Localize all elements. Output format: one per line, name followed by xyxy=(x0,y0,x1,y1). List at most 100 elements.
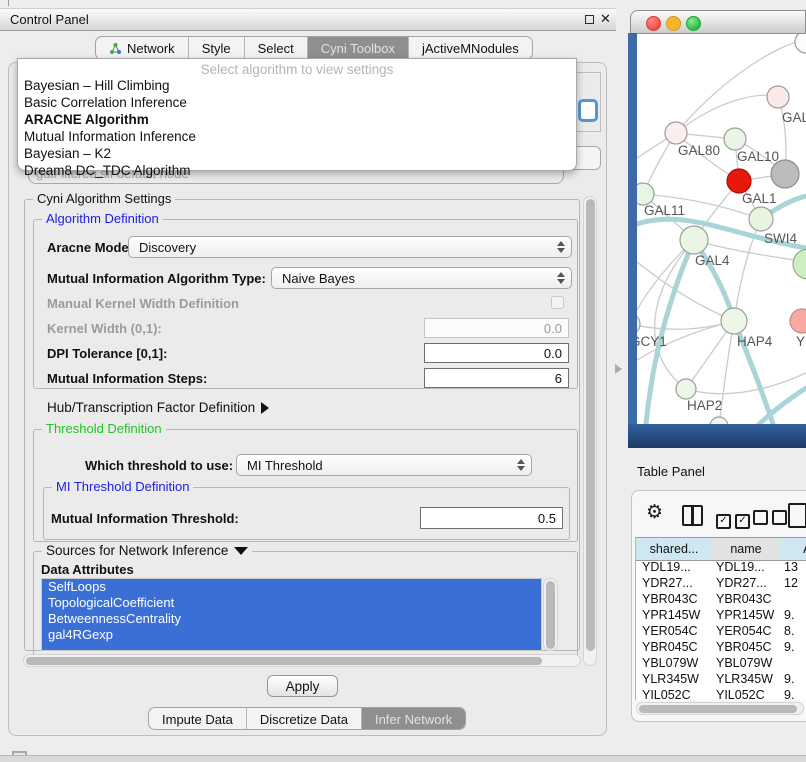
close-icon[interactable]: ✕ xyxy=(600,12,611,27)
node-label: GAL4 xyxy=(695,253,730,268)
network-edge[interactable] xyxy=(686,373,806,394)
table-row[interactable]: YBR045CYBR045C9. xyxy=(636,639,806,655)
table-row[interactable]: YDL19...YDL19...13 xyxy=(636,559,806,575)
hub-definition-toggle[interactable]: Hub/Transcription Factor Definition xyxy=(47,400,269,415)
settings-vertical-scrollbar[interactable] xyxy=(583,196,597,666)
attribute-item[interactable]: gal4RGexp xyxy=(42,627,541,643)
float-icon[interactable] xyxy=(585,15,594,24)
node-gal10[interactable] xyxy=(724,128,746,150)
table-cell: YDR27... xyxy=(642,575,693,591)
tab-label: Style xyxy=(202,41,231,56)
checked-pair-icon[interactable]: ✓✓ xyxy=(716,510,754,529)
table-horizontal-scrollbar[interactable] xyxy=(636,702,804,715)
node-gal80[interactable] xyxy=(665,122,687,144)
mi-type-combo[interactable]: Naive Bayes xyxy=(271,267,572,289)
unchecked-pair-icon[interactable] xyxy=(753,510,791,530)
table-row[interactable]: YDR27...YDR27...12 xyxy=(636,575,806,591)
network-edge[interactable] xyxy=(676,95,778,133)
node-top-clipped[interactable] xyxy=(795,34,806,53)
table-row[interactable]: YER054CYER054C8. xyxy=(636,623,806,639)
node-gcy1[interactable] xyxy=(637,313,640,335)
dropdown-item[interactable]: Basic Correlation Inference xyxy=(18,94,576,111)
columns-icon[interactable] xyxy=(682,505,703,526)
network-edge[interactable] xyxy=(655,240,694,389)
attribute-item[interactable]: SelfLoops xyxy=(42,579,541,595)
node-gal-clipped[interactable] xyxy=(767,86,789,108)
column-header-name[interactable]: name xyxy=(712,537,781,561)
obscured-focused-spinner[interactable] xyxy=(578,99,598,122)
mi-threshold-field[interactable]: 0.5 xyxy=(420,507,563,529)
node-gray[interactable] xyxy=(771,160,799,188)
attribute-item-partial[interactable] xyxy=(42,643,541,651)
control-panel-tabbar: Network Style SelectCyni ToolboxjActiveMNo… xyxy=(95,36,533,60)
tab-network[interactable]: Network xyxy=(96,37,189,59)
column-header-a[interactable]: A xyxy=(780,537,806,561)
table-row[interactable]: YBR043CYBR043C xyxy=(636,591,806,607)
algorithm-dropdown[interactable]: Select algorithm to view settings Bayesi… xyxy=(17,58,577,171)
tab-jactivemnodules[interactable]: jActiveMNodules xyxy=(409,37,532,59)
table-row[interactable]: YBL079WYBL079W xyxy=(636,655,806,671)
attributes-scrollbar[interactable] xyxy=(543,578,558,651)
manual-kernel-checkbox[interactable] xyxy=(551,296,564,309)
tab-discretize-data[interactable]: Discretize Data xyxy=(247,708,362,730)
mi-steps-field[interactable]: 6 xyxy=(424,368,569,388)
threshold-definition-title: Threshold Definition xyxy=(42,421,166,436)
node-hap4[interactable] xyxy=(721,308,747,334)
table-row[interactable]: YLR345WYLR345W9. xyxy=(636,671,806,687)
table-row[interactable]: YIL052CYIL052C9. xyxy=(636,687,806,700)
tab-style[interactable]: Style xyxy=(189,37,245,59)
cyni-algorithm-settings-title: Cyni Algorithm Settings xyxy=(33,191,175,206)
settings-horizontal-scrollbar[interactable] xyxy=(23,654,581,667)
node-salmon[interactable] xyxy=(790,309,806,333)
column-header-shared-[interactable]: shared... xyxy=(636,537,713,561)
aracne-mode-combo[interactable]: Discovery xyxy=(128,236,572,258)
attribute-item[interactable]: BetweennessCentrality xyxy=(42,611,541,627)
apply-button[interactable]: Apply xyxy=(267,675,338,697)
gear-icon[interactable]: ⚙ xyxy=(646,501,663,523)
table-cell: YBR043C xyxy=(716,591,772,607)
network-icon xyxy=(109,42,122,55)
dropdown-item[interactable]: ARACNE Algorithm xyxy=(18,111,576,128)
node-label: GAL1 xyxy=(742,191,777,206)
network-canvas[interactable]: GALGAL80GAL10GAL1GAL11SWI4GAL4GCY1HAP4YH… xyxy=(637,34,806,424)
tab-infer-network[interactable]: Infer Network xyxy=(362,708,465,730)
data-attributes-list[interactable]: SelfLoopsTopologicalCoefficientBetweenne… xyxy=(41,578,542,651)
node-gal11[interactable] xyxy=(637,183,654,205)
node-gal1[interactable] xyxy=(727,169,751,193)
tab-impute-data[interactable]: Impute Data xyxy=(149,708,247,730)
close-traffic-icon[interactable] xyxy=(646,16,661,31)
node-table[interactable]: shared...nameA YDL19...YDL19...13YDR27..… xyxy=(635,537,806,700)
table-cell: YER054C xyxy=(642,623,698,639)
node-bottom-clipped[interactable] xyxy=(710,417,728,424)
attribute-item[interactable]: TopologicalCoefficient xyxy=(42,595,541,611)
dropdown-item[interactable]: Mutual Information Inference xyxy=(18,128,576,145)
dropdown-item[interactable]: Bayesian – K2 xyxy=(18,145,576,162)
document-icon[interactable] xyxy=(788,503,806,528)
table-row[interactable]: YPR145WYPR145W9. xyxy=(636,607,806,623)
tab-cyni-toolbox[interactable]: Cyni Toolbox xyxy=(308,37,409,59)
dropdown-item[interactable]: Bayesian – Hill Climbing xyxy=(18,77,576,94)
aracne-mode-value: Discovery xyxy=(139,240,196,255)
table-panel-title: Table Panel xyxy=(637,464,705,479)
node-green-right[interactable] xyxy=(793,249,806,279)
kernel-width-field[interactable]: 0.0 xyxy=(424,318,569,338)
dpi-tolerance-label: DPI Tolerance [0,1]: xyxy=(47,346,167,361)
dropdown-item[interactable]: Dream8 DC_TDC Algorithm xyxy=(18,162,576,179)
bottom-strip xyxy=(0,755,806,762)
sources-title-toggle[interactable]: Sources for Network Inference xyxy=(42,543,252,558)
table-cell: 8. xyxy=(784,623,794,639)
node-swi4[interactable] xyxy=(749,207,773,231)
table-cell: YDL19... xyxy=(642,559,691,575)
mi-type-label: Mutual Information Algorithm Type: xyxy=(47,271,266,286)
which-threshold-combo[interactable]: MI Threshold xyxy=(236,454,532,476)
combo-stepper-icon xyxy=(557,272,565,284)
dpi-tolerance-field[interactable]: 0.0 xyxy=(424,343,569,363)
minimize-traffic-icon[interactable] xyxy=(666,16,681,31)
divider-arrow-icon[interactable] xyxy=(615,364,622,374)
zoom-traffic-icon[interactable] xyxy=(686,16,701,31)
network-edge[interactable] xyxy=(637,262,734,321)
node-hap2[interactable] xyxy=(676,379,696,399)
tab-select[interactable]: Select xyxy=(245,37,308,59)
network-window-titlebar[interactable] xyxy=(630,10,806,34)
node-gal4[interactable] xyxy=(680,226,708,254)
